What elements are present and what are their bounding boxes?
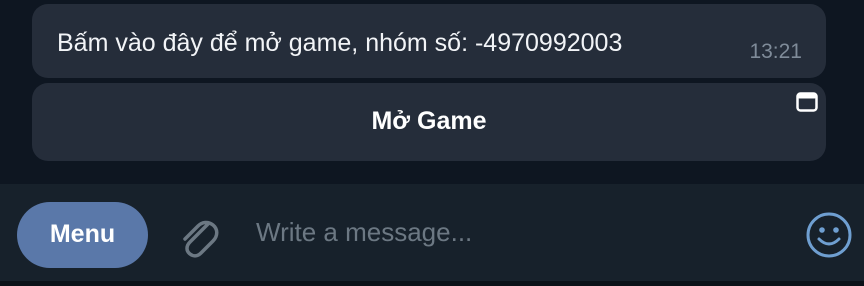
bottom-edge [0,281,864,286]
open-game-button-label: Mở Game [371,107,487,135]
menu-button-label: Menu [49,220,116,248]
message-time: 13:21 [749,40,802,63]
webapp-window-icon [796,92,818,112]
chat-area: Bấm vào đây để mở game, nhóm số: -497099… [0,0,864,184]
menu-button[interactable]: Menu [17,202,148,268]
open-game-button[interactable]: Mở Game [32,83,826,161]
message-text: Bấm vào đây để mở game, nhóm số: -497099… [57,29,623,57]
message-bubble: Bấm vào đây để mở game, nhóm số: -497099… [32,4,826,78]
message-composer: Menu [0,184,864,286]
smiley-icon[interactable] [804,210,854,260]
paperclip-icon[interactable] [172,210,224,262]
message-input[interactable] [256,212,776,252]
